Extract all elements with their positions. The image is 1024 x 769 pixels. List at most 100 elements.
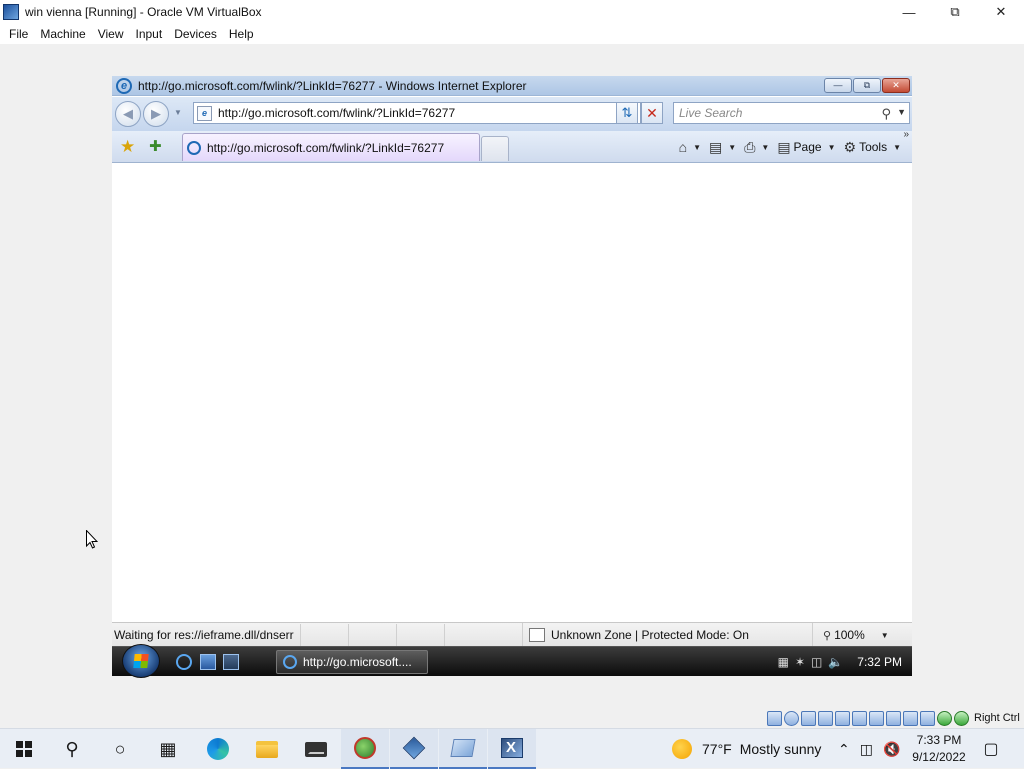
- weather-temperature: 77°F: [702, 741, 732, 757]
- hard-disk-icon[interactable]: [767, 710, 782, 726]
- ie-titlebar: e http://go.microsoft.com/fwlink/?LinkId…: [112, 76, 912, 96]
- usb-icon[interactable]: [835, 710, 850, 726]
- menu-input[interactable]: Input: [130, 24, 169, 44]
- chevron-down-icon: ▼: [827, 142, 836, 152]
- tray-app-icon[interactable]: ▦: [778, 655, 789, 669]
- mail-icon: [305, 741, 327, 757]
- menu-view[interactable]: View: [92, 24, 130, 44]
- stop-button[interactable]: ✕: [641, 102, 663, 124]
- status-cell: [300, 623, 348, 646]
- tools-menu-button[interactable]: ⚙ Tools ▼: [841, 136, 905, 158]
- volume-icon[interactable]: 🔈: [828, 655, 843, 669]
- security-zone[interactable]: Unknown Zone | Protected Mode: On: [522, 623, 749, 647]
- recent-pages-dropdown[interactable]: ▼: [174, 108, 182, 117]
- cortana-button[interactable]: ○: [96, 729, 144, 769]
- menu-help[interactable]: Help: [223, 24, 260, 44]
- back-button[interactable]: ◀: [115, 101, 141, 127]
- search-provider-dropdown[interactable]: ▼: [897, 107, 906, 117]
- ie-close-button[interactable]: ✕: [882, 78, 910, 93]
- menu-devices[interactable]: Devices: [168, 24, 223, 44]
- shared-folders-icon[interactable]: [852, 710, 867, 726]
- host-window-controls: — ⧉ ✕: [886, 0, 1024, 24]
- taskbar-app-cube[interactable]: [390, 729, 438, 769]
- taskbar-vm-window[interactable]: [488, 729, 536, 769]
- minimize-icon: —: [902, 4, 916, 20]
- recording-icon[interactable]: [886, 710, 901, 726]
- close-button[interactable]: ✕: [978, 0, 1024, 24]
- feeds-button[interactable]: ▤ ▼: [706, 136, 739, 158]
- command-bar: ⌂ ▼ ▤ ▼ ⎙ ▼ ▤ Page ▼ ⚙ Tools ▼: [676, 136, 904, 158]
- ie-status-bar: Waiting for res://ieframe.dll/dnserr Unk…: [112, 622, 912, 647]
- menu-machine[interactable]: Machine: [34, 24, 91, 44]
- restore-icon: ⧉: [950, 4, 960, 19]
- ie-restore-button[interactable]: ⧉: [853, 78, 881, 93]
- host-clock[interactable]: 7:33 PM 9/12/2022: [908, 732, 970, 766]
- volume-muted-icon[interactable]: 🔇: [883, 741, 900, 758]
- refresh-button[interactable]: ⇅: [616, 102, 638, 124]
- notification-center-icon[interactable]: ▢: [976, 737, 1006, 761]
- weather-sun-icon: [672, 739, 692, 759]
- page-menu-label: Page: [793, 140, 822, 154]
- taskbar-mail[interactable]: [292, 729, 340, 769]
- more-commands-icon[interactable]: »: [903, 129, 909, 140]
- home-button[interactable]: ⌂ ▼: [676, 136, 704, 158]
- print-button[interactable]: ⎙ ▼: [741, 136, 772, 158]
- search-icon[interactable]: ⚲: [881, 106, 891, 122]
- chevron-up-icon[interactable]: ⌃: [838, 741, 850, 758]
- new-tab-button[interactable]: [481, 136, 509, 161]
- favorites-center-icon[interactable]: ★: [120, 137, 135, 157]
- optical-drive-icon[interactable]: [784, 710, 799, 726]
- start-button[interactable]: [0, 729, 48, 769]
- forward-button[interactable]: ▶: [143, 101, 169, 127]
- minimize-button[interactable]: —: [886, 0, 932, 24]
- tools-menu-label: Tools: [859, 140, 888, 154]
- virtualization-icon[interactable]: [920, 710, 935, 726]
- switch-windows-icon[interactable]: [223, 654, 239, 670]
- network-adapter-icon[interactable]: [818, 710, 833, 726]
- taskbar-virtualbox-manager[interactable]: [439, 729, 487, 769]
- display-icon[interactable]: [869, 710, 884, 726]
- cpu-icon[interactable]: [903, 710, 918, 726]
- network-icon[interactable]: ◫: [860, 741, 873, 758]
- page-menu-button[interactable]: ▤ Page ▼: [774, 136, 838, 158]
- search-input[interactable]: [679, 106, 869, 120]
- virtualbox-manager-icon: [450, 739, 476, 757]
- weather-widget[interactable]: 77°F Mostly sunny: [672, 729, 821, 769]
- printer-icon: ⎙: [744, 138, 756, 155]
- host-date: 9/12/2022: [912, 750, 966, 764]
- page-ie-icon: e: [197, 105, 212, 121]
- taskbar-button-ie[interactable]: http://go.microsoft....: [276, 650, 428, 674]
- taskbar-button-label: http://go.microsoft....: [303, 655, 412, 669]
- start-orb-icon[interactable]: [122, 644, 160, 678]
- guest-taskbar: http://go.microsoft.... ▦ ✶ ◫ 🔈 7:32 PM: [112, 644, 912, 678]
- chevron-down-icon: ▼: [880, 630, 889, 640]
- search-icon: ⚲: [65, 738, 79, 759]
- menu-file[interactable]: File: [3, 24, 34, 44]
- search-button[interactable]: ⚲: [48, 729, 96, 769]
- zoom-control[interactable]: ⚲ 100% ▼: [812, 623, 889, 647]
- guest-clock[interactable]: 7:32 PM: [857, 655, 902, 669]
- ie-page-content[interactable]: [112, 164, 912, 622]
- address-input[interactable]: [218, 106, 598, 120]
- gear-icon: ⚙: [843, 138, 857, 155]
- task-view-button[interactable]: ▦: [144, 729, 192, 769]
- audio-icon[interactable]: [801, 710, 816, 726]
- network-icon[interactable]: ◫: [811, 655, 822, 669]
- tray-security-icon[interactable]: ✶: [795, 655, 805, 669]
- guest-screen[interactable]: e http://go.microsoft.com/fwlink/?LinkId…: [112, 76, 912, 678]
- keyboard-capture-icon[interactable]: [954, 710, 969, 726]
- ie-minimize-button[interactable]: —: [824, 78, 852, 93]
- maximize-button[interactable]: ⧉: [932, 0, 978, 24]
- status-cell: [444, 623, 492, 646]
- quicklaunch-ie-icon[interactable]: [176, 654, 192, 670]
- taskbar-edge[interactable]: [194, 729, 242, 769]
- add-favorites-icon[interactable]: ✚: [149, 137, 162, 155]
- taskbar-file-explorer[interactable]: [243, 729, 291, 769]
- taskbar-browser[interactable]: [341, 729, 389, 769]
- tab-current[interactable]: http://go.microsoft.com/fwlink/?LinkId=7…: [182, 133, 480, 161]
- guest-system-tray: ▦ ✶ ◫ 🔈 7:32 PM: [778, 647, 902, 677]
- show-desktop-icon[interactable]: [200, 654, 216, 670]
- mouse-integration-icon[interactable]: [937, 710, 952, 726]
- vm-window-icon: [501, 738, 523, 758]
- chevron-down-icon: ▼: [893, 142, 901, 152]
